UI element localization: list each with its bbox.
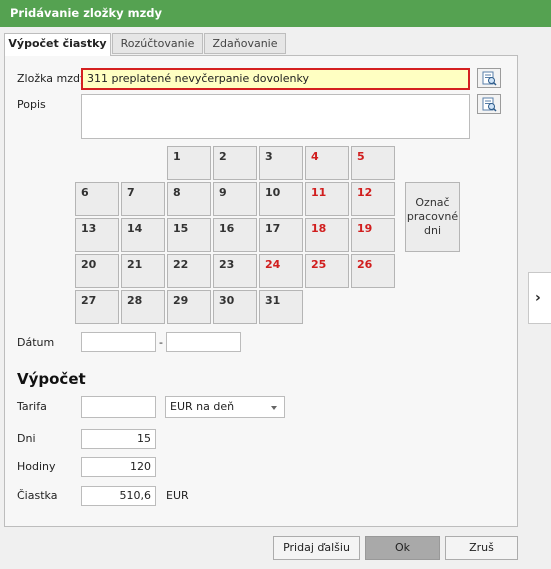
calendar-day[interactable]: 15 [167,218,211,252]
calendar-day[interactable]: 28 [121,290,165,324]
date-label: Dátum [17,336,55,349]
side-panel-toggle[interactable]: › [528,272,551,324]
rate-label: Tarifa [17,400,47,413]
calendar-day[interactable]: 7 [121,182,165,216]
days-label: Dni [17,432,36,445]
calendar-day[interactable]: 30 [213,290,257,324]
rate-input[interactable] [81,396,156,418]
rate-unit-select[interactable]: EUR na deň [165,396,285,418]
add-next-button[interactable]: Pridaj ďalšiu [273,536,360,560]
calendar-day[interactable]: 1 [167,146,211,180]
calendar-day[interactable]: 31 [259,290,303,324]
calendar-day[interactable]: 4 [305,146,349,180]
component-label: Zložka mzdy [17,72,87,85]
calendar-day[interactable]: 16 [213,218,257,252]
date-separator: - [159,336,163,349]
calendar-day[interactable]: 19 [351,218,395,252]
calendar-day[interactable]: 14 [121,218,165,252]
search-list-icon [482,97,497,112]
calendar-day[interactable]: 24 [259,254,303,288]
calendar-day[interactable]: 26 [351,254,395,288]
calendar-day[interactable]: 21 [121,254,165,288]
tab-calculation[interactable]: Výpočet čiastky [4,33,111,56]
calendar-day[interactable]: 8 [167,182,211,216]
mark-workdays-button[interactable]: Označ pracovné dni [405,182,460,252]
calendar-day[interactable]: 2 [213,146,257,180]
calendar-day[interactable]: 20 [75,254,119,288]
calendar-day[interactable]: 29 [167,290,211,324]
window-title: Pridávanie zložky mzdy [0,0,551,27]
date-from-input[interactable] [81,332,156,352]
calendar-day[interactable]: 23 [213,254,257,288]
description-label: Popis [17,98,46,111]
ok-button[interactable]: Ok [365,536,440,560]
cancel-button[interactable]: Zruš [445,536,518,560]
date-to-input[interactable] [166,332,241,352]
description-lookup-button[interactable] [477,94,501,114]
description-textarea[interactable] [81,94,470,139]
calendar-day[interactable]: 6 [75,182,119,216]
calendar-day[interactable]: 11 [305,182,349,216]
calendar-day[interactable]: 13 [75,218,119,252]
search-list-icon [482,71,497,86]
component-lookup-button[interactable] [477,68,501,88]
tab-allocation[interactable]: Rozúčtovanie [112,33,203,54]
tab-taxation[interactable]: Zdaňovanie [204,33,286,54]
rate-unit-value: EUR na deň [170,400,235,413]
calendar-day[interactable]: 22 [167,254,211,288]
calendar-day[interactable]: 12 [351,182,395,216]
amount-currency: EUR [166,489,189,502]
chevron-down-icon [271,406,277,410]
calendar-day[interactable]: 10 [259,182,303,216]
calendar-day[interactable]: 27 [75,290,119,324]
amount-label: Čiastka [17,489,58,502]
hours-input[interactable]: 120 [81,457,156,477]
component-input[interactable]: 311 preplatené nevyčerpanie dovolenky [81,68,470,90]
amount-input[interactable]: 510,6 [81,486,156,506]
days-input[interactable]: 15 [81,429,156,449]
calendar-day[interactable]: 5 [351,146,395,180]
hours-label: Hodiny [17,460,56,473]
calendar-day[interactable]: 9 [213,182,257,216]
calendar-day[interactable]: 3 [259,146,303,180]
calendar-day[interactable]: 25 [305,254,349,288]
calculation-heading: Výpočet [17,370,86,388]
calendar-day[interactable]: 18 [305,218,349,252]
calendar-day[interactable]: 17 [259,218,303,252]
chevron-right-icon: › [535,290,541,306]
